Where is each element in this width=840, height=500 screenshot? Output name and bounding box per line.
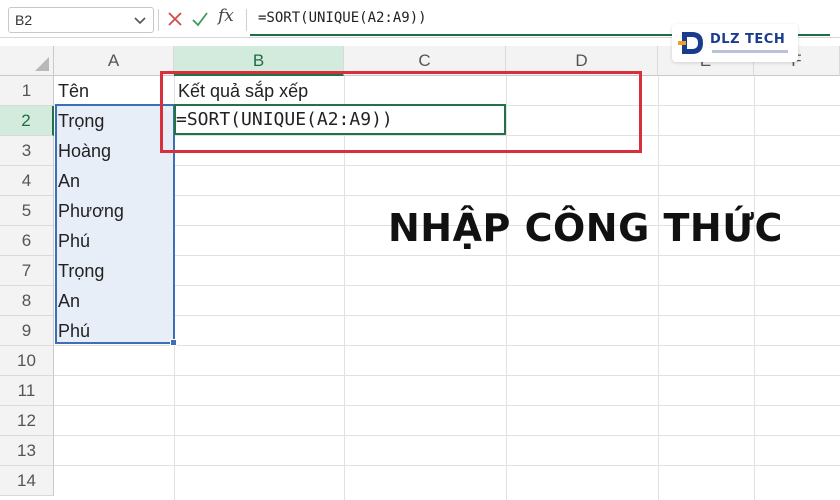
enter-check-icon[interactable]: [190, 9, 210, 29]
row-header-3[interactable]: 3: [0, 136, 54, 166]
divider: [246, 9, 247, 31]
row-header-14[interactable]: 14: [0, 466, 54, 496]
column-header-a[interactable]: A: [54, 46, 174, 76]
logo-text: DLZ TECH: [710, 32, 786, 47]
formula-input[interactable]: =SORT(UNIQUE(A2:A9)): [258, 10, 427, 26]
range-resize-handle[interactable]: [170, 339, 177, 346]
row-header-13[interactable]: 13: [0, 436, 54, 466]
row-header-1[interactable]: 1: [0, 76, 54, 106]
grid-line: [54, 405, 840, 406]
row-header-10[interactable]: 10: [0, 346, 54, 376]
row-header-6[interactable]: 6: [0, 226, 54, 256]
grid-line: [658, 76, 659, 500]
name-box[interactable]: B2: [8, 7, 154, 33]
cell-a1[interactable]: Tên: [54, 76, 89, 106]
row-header-8[interactable]: 8: [0, 286, 54, 316]
row-header-5[interactable]: 5: [0, 196, 54, 226]
grid-line: [54, 435, 840, 436]
insert-function-icon[interactable]: fx: [218, 6, 234, 26]
cancel-icon[interactable]: [165, 9, 185, 29]
logo-tagline-bar: [712, 50, 788, 53]
select-all-corner[interactable]: [0, 46, 54, 76]
row-header-12[interactable]: 12: [0, 406, 54, 436]
instruction-caption: NHẬP CÔNG THỨC: [388, 206, 783, 250]
chevron-down-icon[interactable]: [131, 10, 149, 30]
row-header-2[interactable]: 2: [0, 106, 54, 136]
grid-line: [754, 76, 755, 500]
divider: [158, 9, 159, 31]
grid-line: [54, 375, 840, 376]
brand-logo: DLZ TECH: [672, 24, 798, 62]
name-box-value: B2: [15, 12, 33, 28]
select-all-icon: [35, 57, 49, 71]
row-header-11[interactable]: 11: [0, 376, 54, 406]
row-header-7[interactable]: 7: [0, 256, 54, 286]
annotation-highlight-box: [160, 71, 642, 153]
row-header-4[interactable]: 4: [0, 166, 54, 196]
logo-icon: [678, 32, 703, 54]
row-header-9[interactable]: 9: [0, 316, 54, 346]
grid-line: [54, 465, 840, 466]
referenced-range-border: [55, 104, 175, 344]
